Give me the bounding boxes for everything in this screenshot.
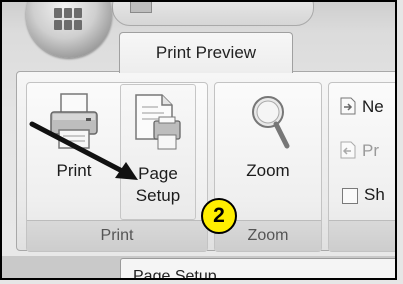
screenshot-frame: Print Preview Print Print Page Setup Zoo… [0, 0, 397, 280]
step-number-badge: 2 [201, 198, 237, 234]
arrow-annotation-icon [29, 121, 138, 180]
